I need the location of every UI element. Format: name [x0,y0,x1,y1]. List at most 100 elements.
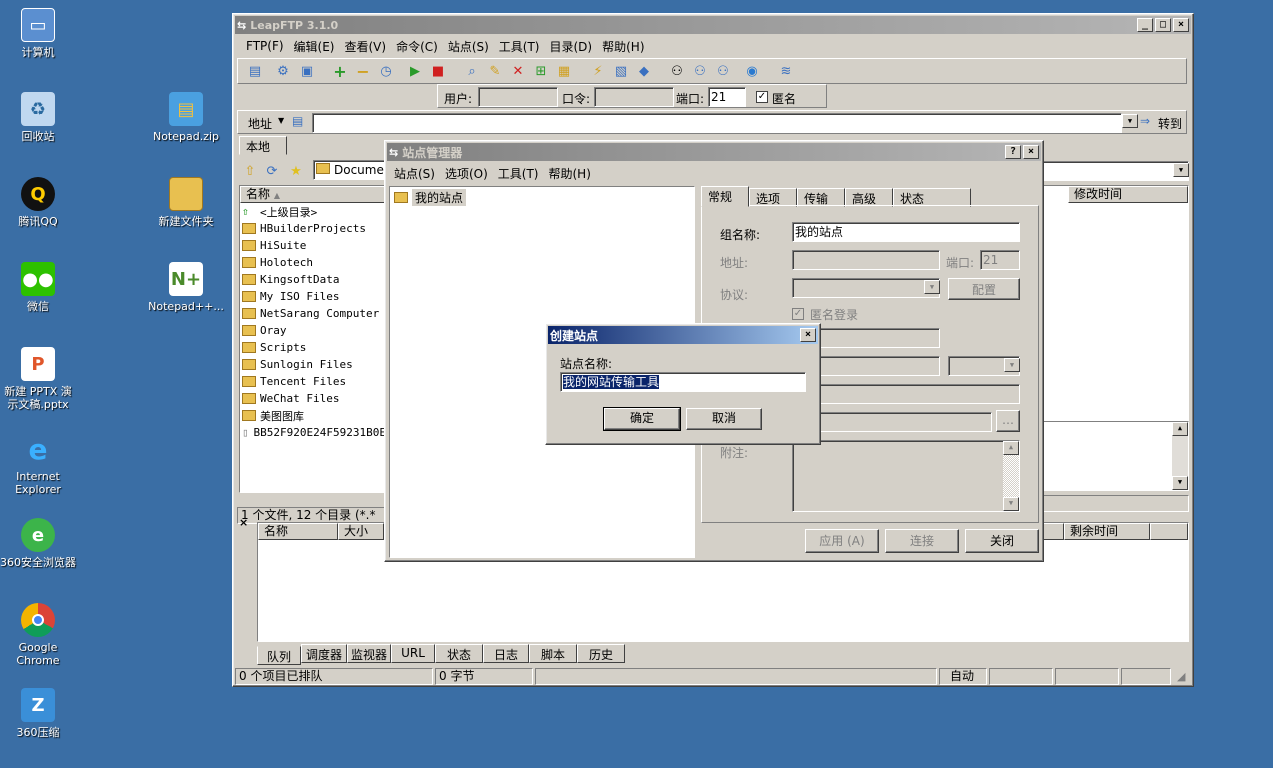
local-file-row[interactable]: HiSuite [242,237,386,254]
queue-tab[interactable]: 监视器 [347,644,391,663]
toolbar-binoculars-icon[interactable]: ⚇ [666,60,688,82]
toolbar-search-icon[interactable]: ⌕ [461,60,483,82]
local-file-row[interactable]: KingsoftData [242,271,386,288]
notes-scroll-up-icon[interactable]: ▲ [1003,441,1019,455]
local-col-name[interactable]: 名称 ▲ [240,186,386,203]
port-input[interactable]: 21 [708,87,746,107]
address-dropdown-icon[interactable]: ▼ [278,116,284,125]
connect-button[interactable]: 连接 [885,529,959,553]
local-file-row[interactable]: ▯ BB52F920E24F59231B0E [242,424,386,441]
remote-path-combo[interactable] [1039,161,1189,181]
create-site-titlebar[interactable]: 创建站点 × [548,326,818,344]
config-button[interactable]: 配置 [948,278,1020,300]
resize-grip-icon[interactable]: ◢ [1177,670,1185,683]
toolbar-globe-icon[interactable]: ◉ [741,60,763,82]
queue-tab[interactable]: 历史 [577,644,625,663]
local-favorite-icon[interactable]: ★ [285,160,307,182]
scroll-down-icon[interactable]: ▼ [1172,476,1188,490]
create-site-close-button[interactable]: × [800,328,816,342]
sm-menu-help[interactable]: 帮助(H) [544,165,596,182]
toolbar-clock-icon[interactable]: ◷ [375,60,397,82]
local-file-row[interactable]: My ISO Files [242,288,386,305]
menu-view[interactable]: 查看(V) [339,38,391,55]
queue-tab[interactable]: 调度器 [301,644,347,663]
sm-menu-options[interactable]: 选项(O) [440,165,493,182]
password-input[interactable] [594,87,674,107]
local-file-row[interactable]: 美图图库 [242,407,386,424]
address-field-input[interactable] [792,250,940,270]
password-mode-arrow-icon[interactable]: ▼ [1004,358,1020,372]
menu-help[interactable]: 帮助(H) [597,38,649,55]
desktop-icon-recycle-bin[interactable]: ♻ 回收站 [0,92,76,143]
apply-button[interactable]: 应用 (A) [805,529,879,553]
desktop-icon-360-browser[interactable]: e 360安全浏览器 [0,518,76,569]
desktop-icon-computer[interactable]: ▭ 计算机 [0,8,76,59]
browse-button[interactable]: … [996,410,1020,432]
address-book-icon[interactable]: ▤ [292,114,303,128]
toolbar-connect-icon[interactable]: ⚡ [587,60,609,82]
toolbar-info-icon[interactable]: ◆ [633,60,655,82]
menu-sites[interactable]: 站点(S) [443,38,494,55]
site-name-input[interactable]: 我的网站传输工具 [560,372,806,392]
address-label[interactable]: 地址 [248,115,272,132]
queue-tab[interactable]: 队列 [257,646,301,665]
remote-folder-input[interactable] [792,384,1020,404]
maximize-button[interactable]: □ [1155,18,1171,32]
port-field-input[interactable]: 21 [980,250,1020,270]
menu-directory[interactable]: 目录(D) [545,38,598,55]
remote-col-modified[interactable]: 修改时间 [1068,186,1188,203]
address-combo-arrow-icon[interactable]: ▼ [1122,114,1138,128]
desktop-icon-new-folder[interactable]: 新建文件夹 [148,177,224,228]
local-file-row[interactable]: Sunlogin Files [242,356,386,373]
desktop-icon-chrome[interactable]: Google Chrome [0,603,76,667]
local-file-list[interactable]: 名称 ▲ ⇧ <上级目录> HBuilderProjects HiSuite Holot… [239,185,387,493]
toolbar-window-icon[interactable]: ▣ [296,60,318,82]
toolbar-edit-icon[interactable]: ✎ [484,60,506,82]
cancel-button[interactable]: 取消 [686,408,762,430]
toolbar-settings-icon[interactable]: ⚙ [272,60,294,82]
local-file-row[interactable]: WeChat Files [242,390,386,407]
queue-tab[interactable]: URL [391,644,435,663]
menu-edit[interactable]: 编辑(E) [289,38,340,55]
local-file-row[interactable]: ⇧ <上级目录> [242,203,386,220]
desktop-icon-qq[interactable]: Q 腾讯QQ [0,177,76,228]
toolbar-stop-icon[interactable]: ■ [427,60,449,82]
toolbar-binoculars2-icon[interactable]: ⚇ [689,60,711,82]
desktop-icon-pptx[interactable]: P 新建 PPTX 演示文稿.pptx [0,347,76,411]
toolbar-remove-icon[interactable]: − [352,60,374,82]
queue-col-remaining[interactable]: 剩余时间 [1064,523,1150,540]
main-titlebar[interactable]: ⇆ LeapFTP 3.1.0 _ □ × [235,16,1191,34]
close-site-manager-button[interactable]: 关闭 [965,529,1039,553]
notes-scroll-down-icon[interactable]: ▼ [1003,497,1019,511]
local-up-icon[interactable]: ⇧ [239,160,261,182]
desktop-icon-notepadpp[interactable]: N+ Notepad++... [148,262,224,313]
minimize-button[interactable]: _ [1137,18,1153,32]
close-button[interactable]: × [1173,18,1189,32]
local-file-row[interactable]: Oray [242,322,386,339]
toolbar-newfolder-icon[interactable]: ▦ [553,60,575,82]
group-name-input[interactable]: 我的站点 [792,222,1020,242]
local-file-row[interactable]: Tencent Files [242,373,386,390]
queue-tab[interactable]: 日志 [483,644,529,663]
protocol-arrow-icon[interactable]: ▼ [924,280,940,294]
go-icon[interactable]: ⇒ [1140,114,1150,128]
site-manager-help-button[interactable]: ? [1005,145,1021,159]
queue-tab[interactable]: 脚本 [529,644,577,663]
local-refresh-icon[interactable]: ⟳ [261,160,283,182]
remote-file-list[interactable]: 修改时间 [1039,185,1189,421]
local-path-combo[interactable]: Document [313,160,389,180]
toolbar-stack-icon[interactable]: ≋ [775,60,797,82]
toolbar-rename-icon[interactable]: ⊞ [530,60,552,82]
scroll-up-icon[interactable]: ▲ [1172,422,1188,436]
desktop-icon-ie[interactable]: e Internet Explorer [0,432,76,496]
site-manager-tab[interactable]: 常规 [701,186,749,207]
sm-menu-sites[interactable]: 站点(S) [389,165,440,182]
remote-log-scrollbar[interactable]: ▲ ▼ [1172,422,1188,490]
toolbar-play-icon[interactable]: ▶ [404,60,426,82]
address-input[interactable] [312,113,1122,133]
toolbar-delete-icon[interactable]: ✕ [507,60,529,82]
notes-scrollbar[interactable]: ▲ ▼ [1003,441,1019,511]
desktop-icon-360-zip[interactable]: Z 360压缩 [0,688,76,739]
menu-command[interactable]: 命令(C) [391,38,443,55]
toolbar-add-icon[interactable]: + [329,60,351,82]
